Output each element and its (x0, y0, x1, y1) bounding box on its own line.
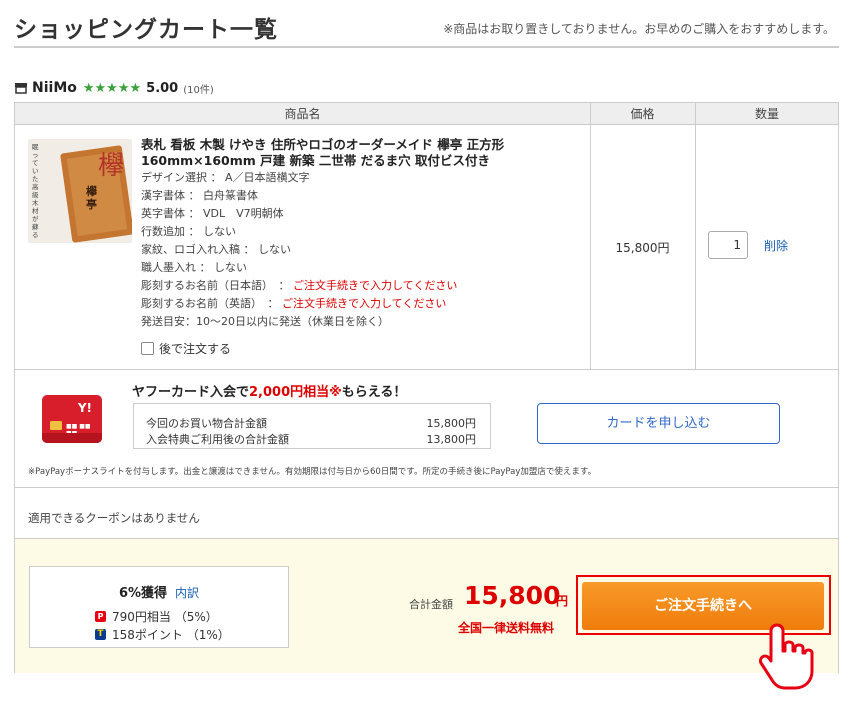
row-divider (15, 487, 838, 488)
total-label: 合計金額 (409, 598, 453, 611)
item-price: 15,800円 (615, 241, 670, 255)
savings-row: 今回のお買い物合計金額 15,800円 (146, 417, 476, 430)
thumb-text: 欅 (98, 151, 125, 181)
option-line: 彫刻するお名前（英語） ： ご注文手続きで入力してください (141, 297, 447, 310)
points-title: 6%獲得 内訳 (118, 586, 200, 601)
tpoint-icon: T (95, 628, 106, 640)
column-divider (590, 103, 591, 369)
paypay-icon: P (95, 610, 106, 622)
option-required-note: ご注文手続きで入力してください (293, 279, 458, 292)
apply-card-button[interactable]: カードを申し込む (537, 403, 780, 444)
checkout-footer: 6%獲得 内訳 P 790円相当 （5%） T 158ポイント （1%） 合計金額… (15, 538, 838, 673)
savings-row: 入会特典ご利用後の合計金額 13,800円 (146, 433, 476, 446)
card-chip-icon (50, 421, 62, 430)
quantity-input[interactable]: 1 (708, 231, 748, 259)
points-box: 6%獲得 内訳 P 790円相当 （5%） T 158ポイント （1%） (29, 566, 289, 648)
product-thumbnail[interactable]: 欅 欅亭 眠っていた高級木材が蘇る (28, 139, 132, 243)
rating-value: 5.00 (146, 80, 179, 96)
option-line: 彫刻するお名前（日本語） ： ご注文手続きで入力してください (141, 279, 458, 292)
cart-table: 商品名 価格 数量 欅 欅亭 眠っていた高級木材が蘇る 表札 看板 木製 けやき… (14, 102, 839, 673)
store-header: NiiMo ★★★★★ 5.00 (10件) (14, 80, 214, 96)
option-line: 漢字書体 ： 白舟篆書体 (141, 189, 258, 202)
yahoo-card-image: Y! ■■ ■■ ■■ (42, 395, 102, 443)
total-amount: 15,800 (464, 581, 561, 610)
coupon-message: 適用できるクーポンはありません (28, 511, 200, 525)
option-line: 英字書体 ： VDL V7明朝体 (141, 207, 284, 220)
thumb-sign-text: 欅亭 (86, 185, 97, 211)
shipping-note: 全国一律送料無料 (458, 621, 555, 635)
tpoint-line: T 158ポイント （1%） (95, 626, 230, 642)
order-later-label: 後で注文する (159, 342, 232, 356)
title-divider (14, 46, 839, 48)
store-icon (15, 83, 27, 94)
header-product: 商品名 (284, 107, 321, 121)
header-price: 価格 (630, 107, 655, 121)
order-later-checkbox[interactable]: 後で注文する (141, 340, 231, 357)
checkbox-box[interactable] (141, 342, 154, 355)
paypay-points-line: P 790円相当 （5%） (95, 608, 218, 624)
column-divider (695, 103, 696, 369)
card-promo-headline: ヤフーカード入会で2,000円相当※もらえる！ (132, 385, 407, 400)
delete-link[interactable]: 削除 (764, 237, 788, 254)
card-logo: Y! (77, 401, 92, 415)
thumb-side-text: 眠っていた高級木材が蘇る (32, 143, 39, 239)
page-title: ショッピングカート一覧 (14, 17, 278, 43)
option-line: 職人墨入れ ： しない (141, 261, 247, 274)
row-divider (15, 369, 838, 370)
product-title[interactable]: 表札 看板 木製 けやき 住所やロゴのオーダーメイド 欅亭 正方形160mm×1… (141, 137, 581, 169)
store-name[interactable]: NiiMo (32, 80, 77, 96)
card-savings-box: 今回のお買い物合計金額 15,800円 入会特典ご利用後の合計金額 13,800円 (133, 403, 491, 449)
option-required-note: ご注文手続きで入力してください (282, 297, 447, 310)
option-line: 発送目安：10～20日以内に発送（休業日を除く） (141, 315, 389, 328)
option-line: 行数追加 ： しない (141, 225, 236, 238)
total-unit: 円 (556, 594, 569, 608)
review-count[interactable]: (10件) (183, 81, 214, 96)
pointing-hand-icon (759, 623, 814, 690)
paypay-fineprint: ※PayPayボーナスライトを付与します。出金と譲渡はできません。有効期限は付与… (28, 467, 597, 477)
product-options: デザイン選択 ： A／日本語横文字 漢字書体 ： 白舟篆書体 英字書体 ： VD… (141, 169, 581, 331)
rating-stars: ★★★★★ (82, 80, 142, 96)
points-detail-link[interactable]: 内訳 (175, 586, 199, 600)
stock-notice: ※商品はお取り置きしておりません。お早めのご購入をおすすめします。 (443, 22, 835, 36)
table-header: 商品名 価格 数量 (15, 103, 838, 125)
option-line: デザイン選択 ： A／日本語横文字 (141, 171, 310, 184)
option-line: 家紋、ロゴ入れ入稿 ： しない (141, 243, 291, 256)
header-quantity: 数量 (754, 107, 779, 121)
